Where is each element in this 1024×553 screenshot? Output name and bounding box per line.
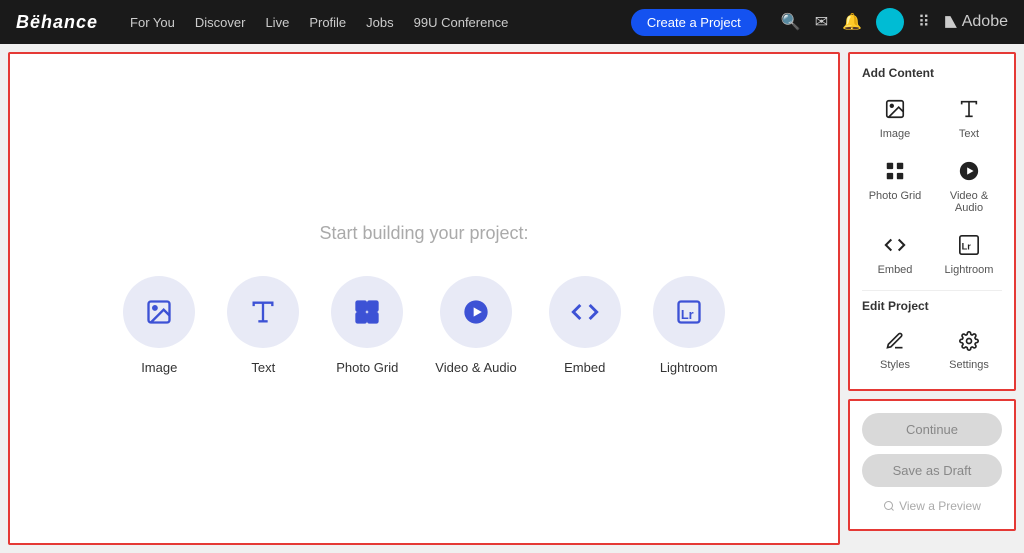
canvas-icon-embed-bg — [549, 276, 621, 348]
action-panel: Continue Save as Draft View a Preview — [848, 399, 1016, 531]
canvas-item-video-audio[interactable]: Video & Audio — [435, 276, 516, 375]
sidebar-item-settings[interactable]: Settings — [936, 325, 1002, 377]
adobe-label: Adobe — [944, 13, 1008, 31]
preview-label: View a Preview — [899, 499, 981, 513]
content-items: Image Text Photo Grid — [123, 276, 724, 375]
nav-profile[interactable]: Profile — [309, 15, 346, 30]
sidebar-settings-icon — [959, 331, 979, 355]
canvas-icon-grid-bg — [331, 276, 403, 348]
canvas-item-text-label: Text — [251, 360, 275, 375]
sidebar: Add Content Image — [848, 52, 1016, 545]
sidebar-item-photo-grid[interactable]: Photo Grid — [862, 154, 928, 220]
add-content-title: Add Content — [862, 66, 1002, 80]
canvas-icon-image-bg — [123, 276, 195, 348]
edit-project-title: Edit Project — [862, 299, 1002, 313]
continue-button[interactable]: Continue — [862, 413, 1002, 446]
canvas-item-photo-grid[interactable]: Photo Grid — [331, 276, 403, 375]
sidebar-item-image[interactable]: Image — [862, 92, 928, 146]
nav-discover[interactable]: Discover — [195, 15, 246, 30]
canvas-prompt: Start building your project: — [319, 223, 528, 244]
messages-icon[interactable]: ✉ — [815, 12, 828, 32]
navbar: Bëhance For You Discover Live Profile Jo… — [0, 0, 1024, 44]
canvas-item-text[interactable]: Text — [227, 276, 299, 375]
canvas-icon-lightroom-bg: Lr — [653, 276, 725, 348]
nav-links: For You Discover Live Profile Jobs 99U C… — [130, 15, 607, 30]
sidebar-lightroom-icon: Lr — [958, 234, 980, 260]
svg-text:Lr: Lr — [681, 307, 694, 322]
sidebar-embed-icon — [884, 234, 906, 260]
sidebar-embed-label: Embed — [878, 264, 913, 276]
sidebar-divider — [862, 290, 1002, 291]
create-project-button[interactable]: Create a Project — [631, 9, 757, 36]
save-draft-button[interactable]: Save as Draft — [862, 454, 1002, 487]
add-content-grid: Image Text — [862, 92, 1002, 282]
canvas-item-grid-label: Photo Grid — [336, 360, 398, 375]
sidebar-item-text[interactable]: Text — [936, 92, 1002, 146]
sidebar-item-lightroom[interactable]: Lr Lightroom — [936, 228, 1002, 282]
canvas-item-video-label: Video & Audio — [435, 360, 516, 375]
preview-button[interactable]: View a Preview — [862, 495, 1002, 517]
canvas-item-lightroom[interactable]: Lr Lightroom — [653, 276, 725, 375]
apps-icon[interactable]: ⠿ — [918, 12, 930, 32]
nav-for-you[interactable]: For You — [130, 15, 175, 30]
sidebar-grid-label: Photo Grid — [869, 190, 922, 202]
nav-jobs[interactable]: Jobs — [366, 15, 393, 30]
nav-99u[interactable]: 99U Conference — [414, 15, 509, 30]
sidebar-lightroom-label: Lightroom — [945, 264, 994, 276]
sidebar-item-video-audio[interactable]: Video & Audio — [936, 154, 1002, 220]
sidebar-video-label: Video & Audio — [940, 190, 998, 214]
edit-project-grid: Styles Settings — [862, 325, 1002, 377]
sidebar-image-icon — [884, 98, 906, 124]
main-layout: Start building your project: Image T — [0, 44, 1024, 553]
add-content-panel: Add Content Image — [848, 52, 1016, 391]
svg-text:Lr: Lr — [962, 242, 972, 252]
canvas-item-embed[interactable]: Embed — [549, 276, 621, 375]
sidebar-item-embed[interactable]: Embed — [862, 228, 928, 282]
search-icon[interactable]: 🔍 — [781, 12, 801, 32]
nav-live[interactable]: Live — [265, 15, 289, 30]
canvas-item-image-label: Image — [141, 360, 177, 375]
canvas-area: Start building your project: Image T — [8, 52, 840, 545]
behance-logo[interactable]: Bëhance — [16, 12, 98, 33]
sidebar-image-label: Image — [880, 128, 911, 140]
canvas-item-image[interactable]: Image — [123, 276, 195, 375]
sidebar-styles-icon — [885, 331, 905, 355]
sidebar-styles-label: Styles — [880, 359, 910, 371]
sidebar-video-icon — [958, 160, 980, 186]
canvas-item-lightroom-label: Lightroom — [660, 360, 718, 375]
sidebar-text-label: Text — [959, 128, 979, 140]
avatar[interactable] — [876, 8, 904, 36]
notifications-icon[interactable]: 🔔 — [842, 12, 862, 32]
sidebar-item-styles[interactable]: Styles — [862, 325, 928, 377]
sidebar-grid-icon — [884, 160, 906, 186]
sidebar-text-icon — [958, 98, 980, 124]
canvas-item-embed-label: Embed — [564, 360, 605, 375]
navbar-icons: 🔍 ✉ 🔔 ⠿ Adobe — [781, 8, 1008, 36]
canvas-icon-video-bg — [440, 276, 512, 348]
canvas-icon-text-bg — [227, 276, 299, 348]
sidebar-settings-label: Settings — [949, 359, 989, 371]
